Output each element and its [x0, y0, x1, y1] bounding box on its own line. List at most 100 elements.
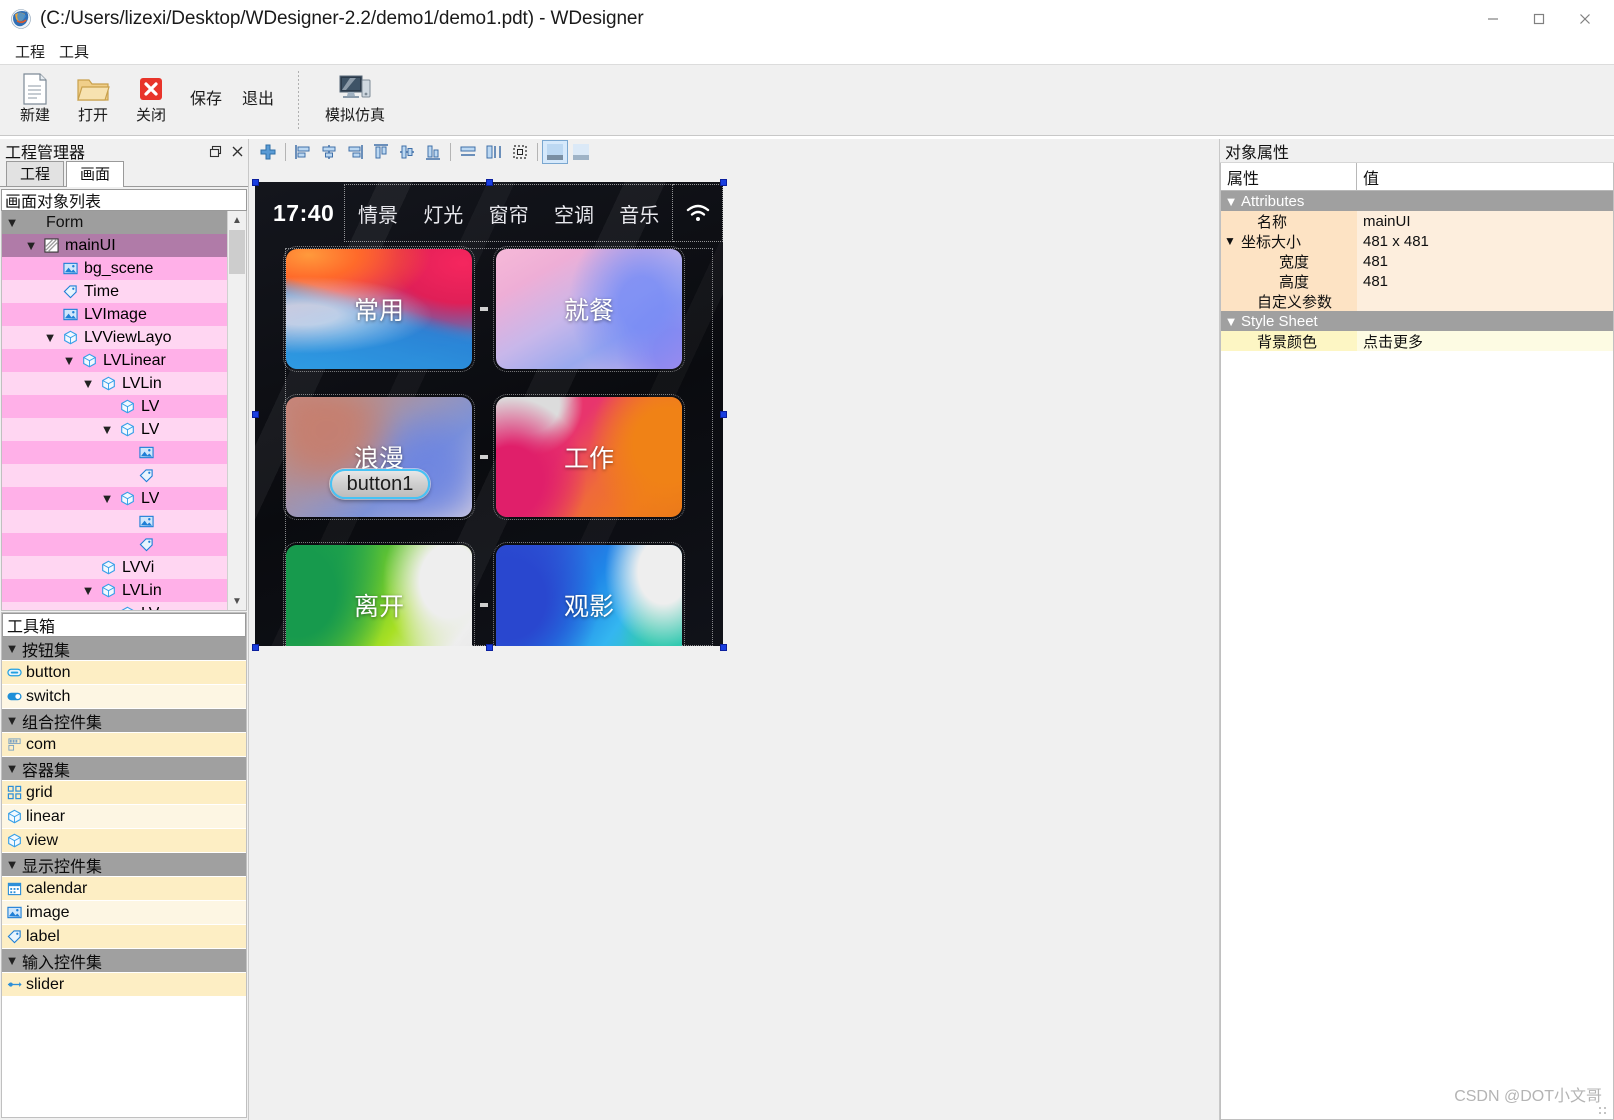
chevron-down-icon[interactable]: ▼	[2, 713, 22, 728]
selection-handle-bottom-left[interactable]	[252, 644, 259, 651]
chevron-down-icon[interactable]: ▼	[97, 491, 117, 506]
preview-card-0[interactable]: 常用	[283, 246, 475, 372]
toolbox-group-4[interactable]: ▼ 输入控件集	[2, 949, 246, 973]
tab-screen[interactable]: 画面	[66, 161, 125, 187]
toolbox-item-com[interactable]: com	[2, 733, 246, 757]
selection-handle-top-right[interactable]	[720, 179, 727, 186]
property-row-坐标大小[interactable]: ▼ 坐标大小 481 x 481	[1221, 231, 1613, 251]
tree-scroll-down-arrow[interactable]: ▼	[228, 592, 246, 610]
selection-handle-middle-left[interactable]	[252, 411, 259, 418]
property-value-cell[interactable]: 点击更多	[1357, 331, 1613, 351]
preview-nav-tabs[interactable]: 情景 灯光 窗帘 空调 音乐	[344, 184, 673, 242]
preview-card-grid[interactable]: 常用 就餐 浪漫 button1 工作 离开 观影	[283, 246, 713, 646]
toolbox-item-linear[interactable]: linear	[2, 805, 246, 829]
chevron-down-icon[interactable]: ▼	[1221, 314, 1241, 329]
align-right-button[interactable]	[342, 140, 368, 164]
preview-card-2[interactable]: 浪漫 button1	[283, 394, 475, 520]
add-widget-button[interactable]	[255, 140, 281, 164]
tree-item-lvlin[interactable]: ▼ LVLin	[2, 579, 227, 602]
selection-handle-top-center[interactable]	[486, 179, 493, 186]
selected-widget-button1[interactable]: button1	[330, 469, 430, 499]
selection-handle-top-left[interactable]	[252, 179, 259, 186]
tree-item-lv[interactable]: ▼ LV	[2, 418, 227, 441]
tree-item-form[interactable]: ▼ Form	[2, 211, 227, 234]
simulate-button[interactable]: 模拟仿真	[313, 65, 397, 135]
exit-button[interactable]: 退出	[232, 59, 284, 135]
tree-item-lv[interactable]: ▼ LV	[2, 602, 227, 610]
toolbox-item-grid[interactable]: grid	[2, 781, 246, 805]
tree-item-lvimage[interactable]: LVImage	[2, 303, 227, 326]
preview-nav-tab-0[interactable]: 情景	[345, 199, 410, 228]
align-top-button[interactable]	[368, 140, 394, 164]
tab-project[interactable]: 工程	[6, 161, 65, 186]
toolbox-group-3[interactable]: ▼ 显示控件集	[2, 853, 246, 877]
toolbox-item-label[interactable]: label	[2, 925, 246, 949]
grid-snap-toggle[interactable]	[542, 140, 568, 164]
tree-item-lvviewlayo[interactable]: ▼ LVViewLayo	[2, 326, 227, 349]
save-button[interactable]: 保存	[180, 59, 232, 135]
maximize-button[interactable]	[1516, 0, 1562, 38]
preview-card-1[interactable]: 就餐	[493, 246, 685, 372]
close-button[interactable]	[1562, 0, 1608, 38]
tree-item-lv[interactable]: ▼ LV	[2, 487, 227, 510]
design-preview[interactable]: 17:40 情景 灯光 窗帘 空调 音乐 常用 就餐 浪漫 button1 工作 离开 观影	[255, 182, 723, 646]
property-value-cell[interactable]	[1357, 291, 1613, 311]
tree-item-lvlinear[interactable]: ▼ LVLinear	[2, 349, 227, 372]
chevron-down-icon[interactable]: ▼	[97, 422, 117, 437]
preview-nav-tab-4[interactable]: 音乐	[607, 199, 672, 228]
object-tree[interactable]: ▼ Form ▼ mainUI bg_scene Time LVImage ▼ LVViewLa…	[2, 211, 227, 610]
layout-resize-handle[interactable]	[480, 307, 488, 311]
tree-item[interactable]	[2, 533, 227, 556]
chevron-down-icon[interactable]: ▼	[78, 376, 98, 391]
chevron-down-icon[interactable]: ▼	[2, 953, 22, 968]
property-row-高度[interactable]: 高度 481	[1221, 271, 1613, 291]
tree-item-time[interactable]: Time	[2, 280, 227, 303]
preview-nav-tab-2[interactable]: 窗帘	[476, 199, 541, 228]
preview-card-4[interactable]: 离开	[283, 542, 475, 646]
toolbox-group-2[interactable]: ▼ 容器集	[2, 757, 246, 781]
chevron-down-icon[interactable]: ▼	[1221, 234, 1239, 248]
properties-body[interactable]: ▼ Attributes 名称 mainUI ▼ 坐标大小 481 x 481 宽度 481 高度…	[1221, 191, 1613, 351]
toolbox-item-image[interactable]: image	[2, 901, 246, 925]
minimize-button[interactable]	[1470, 0, 1516, 38]
new-button[interactable]: 新建	[6, 65, 64, 135]
property-row-宽度[interactable]: 宽度 481	[1221, 251, 1613, 271]
property-row-背景颜色[interactable]: 背景颜色 点击更多	[1221, 331, 1613, 351]
tree-item-bg-scene[interactable]: bg_scene	[2, 257, 227, 280]
preview-card-3[interactable]: 工作	[493, 394, 685, 520]
selection-handle-bottom-right[interactable]	[720, 644, 727, 651]
selection-handle-middle-right[interactable]	[720, 411, 727, 418]
menu-item-tools[interactable]: 工具	[52, 39, 96, 64]
layout-resize-handle[interactable]	[480, 455, 488, 459]
resize-grip-icon[interactable]	[1598, 1106, 1610, 1118]
tree-item[interactable]	[2, 464, 227, 487]
tree-item-mainui[interactable]: ▼ mainUI	[2, 234, 227, 257]
property-value-cell[interactable]: 481	[1357, 271, 1613, 291]
chevron-down-icon[interactable]: ▼	[40, 330, 60, 345]
property-value-cell[interactable]: mainUI	[1357, 211, 1613, 231]
open-button[interactable]: 打开	[64, 65, 122, 135]
tree-item[interactable]	[2, 510, 227, 533]
align-left-button[interactable]	[290, 140, 316, 164]
property-row-名称[interactable]: 名称 mainUI	[1221, 211, 1613, 231]
toolbox-list[interactable]: ▼ 按钮集 button switch ▼ 组合控件集 com ▼ 容器集 grid linear v…	[2, 637, 246, 1117]
preview-nav-tab-1[interactable]: 灯光	[411, 199, 476, 228]
toolbox-item-switch[interactable]: switch	[2, 685, 246, 709]
tree-scroll-thumb[interactable]	[229, 230, 245, 274]
tree-item[interactable]	[2, 441, 227, 464]
toolbox-item-calendar[interactable]: calendar	[2, 877, 246, 901]
tree-scroll-up-arrow[interactable]: ▲	[228, 211, 246, 229]
chevron-down-icon[interactable]: ▼	[2, 215, 22, 230]
restore-icon[interactable]	[204, 141, 226, 161]
preview-card-5[interactable]: 观影	[493, 542, 685, 646]
design-selection-frame[interactable]: 17:40 情景 灯光 窗帘 空调 音乐 常用 就餐 浪漫 button1 工作 离开 观影	[252, 177, 727, 651]
distribute-h-button[interactable]	[455, 140, 481, 164]
tree-item-lvlin[interactable]: ▼ LVLin	[2, 372, 227, 395]
close-project-button[interactable]: 关闭	[122, 65, 180, 135]
grid-show-toggle[interactable]	[568, 140, 594, 164]
toolbox-item-slider[interactable]: slider	[2, 973, 246, 997]
toolbox-group-0[interactable]: ▼ 按钮集	[2, 637, 246, 661]
property-group-attributes[interactable]: ▼ Attributes	[1221, 191, 1613, 211]
object-properties-table[interactable]: 属性 值 ▼ Attributes 名称 mainUI ▼ 坐标大小 481 x 481 宽度…	[1220, 163, 1614, 1120]
tree-vertical-scrollbar[interactable]: ▲ ▼	[227, 211, 246, 610]
